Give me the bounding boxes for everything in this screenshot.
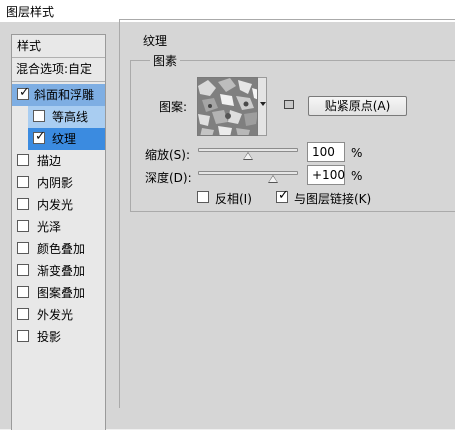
style-item-inner-shadow[interactable]: 内阴影 xyxy=(12,172,105,194)
texture-section-title: 纹理 xyxy=(140,32,171,49)
link-with-layer-checkbox[interactable]: ✓ xyxy=(276,188,289,203)
outer-glow-checkbox[interactable] xyxy=(17,308,29,320)
scale-unit: % xyxy=(351,146,363,160)
blending-options-label: 混合选项:自定 xyxy=(16,62,93,76)
checkmark-icon: ✓ xyxy=(278,188,289,203)
inner-shadow-checkbox[interactable] xyxy=(17,176,29,188)
satin-label: 光泽 xyxy=(37,220,62,234)
color-overlay-checkbox[interactable] xyxy=(17,242,29,254)
gradient-overlay-checkbox[interactable] xyxy=(17,264,29,276)
style-item-texture[interactable]: ✓ 纹理 xyxy=(28,128,105,150)
inner-glow-label: 内发光 xyxy=(37,198,74,212)
chevron-down-icon xyxy=(260,102,266,106)
pattern-preview-image xyxy=(198,78,257,135)
scale-input-value: 100 xyxy=(312,145,335,159)
elements-group-frame xyxy=(130,60,455,212)
invert-label[interactable]: 反相(I) xyxy=(215,190,252,207)
snap-to-origin-button[interactable]: 贴紧原点(A) xyxy=(308,96,407,116)
outer-glow-label: 外发光 xyxy=(37,308,74,322)
blending-options-item[interactable]: 混合选项:自定 xyxy=(12,58,105,80)
window-title: 图层样式 xyxy=(6,5,55,19)
snap-to-origin-label: 贴紧原点(A) xyxy=(324,99,391,113)
invert-checkbox[interactable] xyxy=(197,191,209,203)
scale-label: 缩放(S): xyxy=(145,148,191,162)
texture-label: 纹理 xyxy=(52,132,77,146)
depth-unit: % xyxy=(351,169,363,183)
style-item-outer-glow[interactable]: 外发光 xyxy=(12,304,105,326)
style-item-contour[interactable]: 等高线 xyxy=(28,106,105,128)
styles-list: 样式 混合选项:自定 ✓ 斜面和浮雕 等高线 ✓ 纹理 描边 内阴影 内发光 光… xyxy=(11,34,106,430)
stroke-label: 描边 xyxy=(37,154,62,168)
drop-shadow-label: 投影 xyxy=(37,330,62,344)
depth-slider-thumb[interactable] xyxy=(268,175,278,183)
drop-shadow-checkbox[interactable] xyxy=(17,330,29,342)
depth-input-value: +100 xyxy=(312,168,345,182)
new-preset-icon[interactable] xyxy=(284,100,294,109)
gradient-overlay-label: 渐变叠加 xyxy=(37,264,86,278)
pattern-swatch[interactable] xyxy=(197,77,258,136)
style-item-drop-shadow[interactable]: 投影 xyxy=(12,326,105,348)
color-overlay-label: 颜色叠加 xyxy=(37,242,86,256)
depth-input[interactable]: +100 xyxy=(307,165,345,185)
style-item-pattern-overlay[interactable]: 图案叠加 xyxy=(12,282,105,304)
style-item-satin[interactable]: 光泽 xyxy=(12,216,105,238)
scale-slider-thumb[interactable] xyxy=(243,152,253,160)
inner-glow-checkbox[interactable] xyxy=(17,198,29,210)
contour-checkbox[interactable] xyxy=(33,110,45,122)
satin-checkbox[interactable] xyxy=(17,220,29,232)
styles-header-label: 样式 xyxy=(17,39,42,53)
stroke-checkbox[interactable] xyxy=(17,154,29,166)
depth-label: 深度(D): xyxy=(145,171,192,185)
checkmark-icon: ✓ xyxy=(19,85,30,100)
pattern-overlay-checkbox[interactable] xyxy=(17,286,29,298)
style-item-color-overlay[interactable]: 颜色叠加 xyxy=(12,238,105,260)
elements-group-title: 图素 xyxy=(150,52,181,69)
style-item-inner-glow[interactable]: 内发光 xyxy=(12,194,105,216)
pattern-overlay-label: 图案叠加 xyxy=(37,286,86,300)
styles-header: 样式 xyxy=(12,35,105,57)
bevel-emboss-label: 斜面和浮雕 xyxy=(34,88,95,102)
scale-input[interactable]: 100 xyxy=(307,142,345,162)
texture-checkbox[interactable]: ✓ xyxy=(33,129,46,144)
style-item-gradient-overlay[interactable]: 渐变叠加 xyxy=(12,260,105,282)
contour-label: 等高线 xyxy=(52,110,89,124)
inner-shadow-label: 内阴影 xyxy=(37,176,74,190)
checkmark-icon: ✓ xyxy=(35,129,46,144)
bevel-emboss-checkbox[interactable]: ✓ xyxy=(17,85,30,100)
blending-options-divider xyxy=(12,81,105,82)
style-item-stroke[interactable]: 描边 xyxy=(12,150,105,172)
style-item-bevel-emboss[interactable]: ✓ 斜面和浮雕 xyxy=(12,84,105,106)
pattern-picker-dropdown[interactable] xyxy=(258,77,267,136)
link-with-layer-label[interactable]: 与图层链接(K) xyxy=(294,190,371,207)
pattern-label: 图案: xyxy=(159,100,188,114)
depth-slider[interactable] xyxy=(198,171,298,175)
